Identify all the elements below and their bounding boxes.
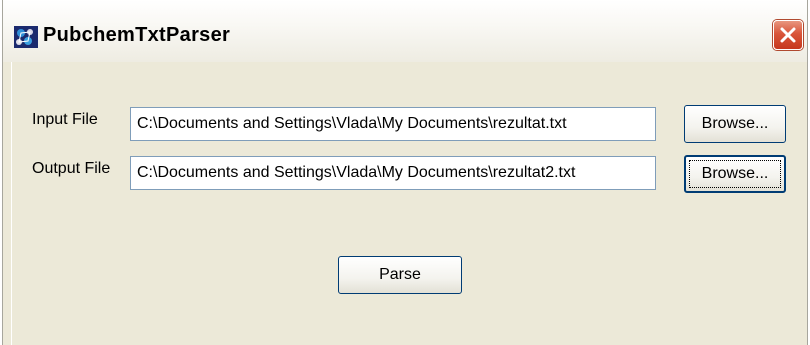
window-title: PubchemTxtParser: [43, 24, 231, 46]
parse-button[interactable]: Parse: [338, 256, 462, 294]
title-bar[interactable]: PubchemTxtParser: [3, 0, 807, 62]
output-file-field[interactable]: C:\Documents and Settings\Vlada\My Docum…: [130, 156, 656, 190]
app-window: PubchemTxtParser Input File C:\Documents…: [2, 0, 808, 345]
close-button[interactable]: [773, 20, 803, 50]
input-file-field[interactable]: C:\Documents and Settings\Vlada\My Docum…: [130, 107, 656, 141]
close-icon: [780, 27, 796, 43]
dialog-body: Input File C:\Documents and Settings\Vla…: [11, 62, 807, 345]
output-file-label: Output File: [32, 160, 111, 177]
input-browse-button[interactable]: Browse...: [684, 105, 786, 143]
input-file-label: Input File: [32, 111, 98, 128]
app-icon: [13, 24, 39, 50]
output-browse-button[interactable]: Browse...: [684, 155, 786, 193]
